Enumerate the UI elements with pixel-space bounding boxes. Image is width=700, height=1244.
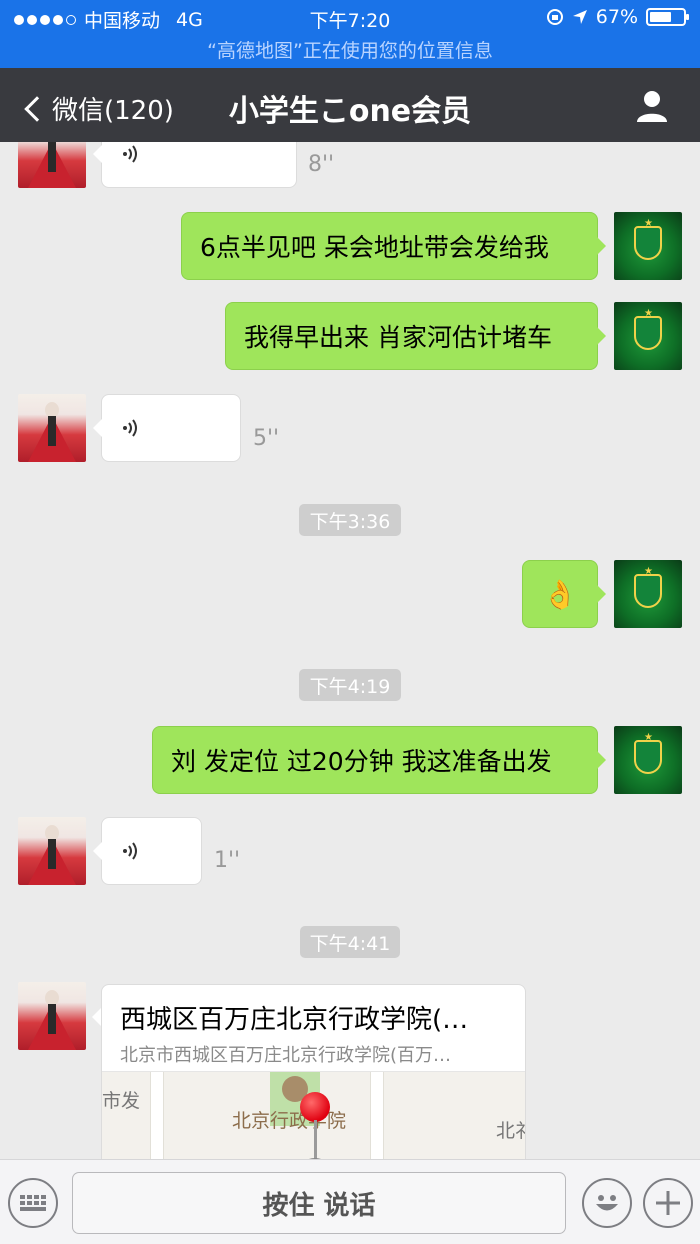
- message-text: 刘 发定位 过20分钟 我这准备出发: [171, 747, 552, 776]
- voice-duration: 5'': [253, 426, 280, 451]
- contact-avatar[interactable]: [18, 394, 86, 462]
- status-bar: 中国移动 4G 下午7:20 67% “高德地图”正在使用您的位置信息: [0, 0, 700, 68]
- my-avatar[interactable]: ★: [614, 302, 682, 370]
- location-title: 西城区百万庄北京行政学院(…: [120, 1005, 469, 1035]
- text-message-bubble[interactable]: 刘 发定位 过20分钟 我这准备出发: [152, 726, 606, 794]
- location-map-preview[interactable]: 市发 北京行政学院 北礻: [102, 1071, 525, 1159]
- text-message-bubble[interactable]: 6点半见吧 呆会地址带会发给我: [181, 212, 606, 280]
- chat-title: 小学生こone会员: [228, 94, 472, 129]
- voice-wave-icon: [123, 145, 137, 163]
- map-label: 北礻: [496, 1120, 525, 1142]
- contact-avatar[interactable]: [18, 817, 86, 885]
- my-avatar[interactable]: ★: [614, 212, 682, 280]
- voice-message-bubble[interactable]: [93, 394, 241, 462]
- my-avatar[interactable]: ★: [614, 560, 682, 628]
- emoji-icon: [596, 1195, 618, 1211]
- rotation-lock-icon: [546, 9, 563, 25]
- map-label: 市发: [102, 1090, 141, 1112]
- plus-icon: [656, 1191, 680, 1215]
- location-message-card[interactable]: 西城区百万庄北京行政学院(… 北京市西城区百万庄北京行政学院(百万… 市发 北京…: [101, 984, 526, 1159]
- user-icon[interactable]: [634, 88, 670, 124]
- chat-area[interactable]: 8'' 6点半见吧 呆会地址带会发给我 ★ 我得早出来 肖家河估计堵车 ★ 5'…: [0, 142, 700, 1159]
- timestamp-pill: 下午4:19: [299, 669, 401, 701]
- voice-message-bubble[interactable]: [93, 817, 202, 885]
- map-pin-stem: [314, 1120, 317, 1159]
- message-text: 我得早出来 肖家河估计堵车: [244, 323, 552, 352]
- message-text: 6点半见吧 呆会地址带会发给我: [200, 233, 549, 262]
- map-road: [370, 1072, 384, 1159]
- voice-duration: 8'': [308, 152, 335, 177]
- location-usage-banner[interactable]: “高德地图”正在使用您的位置信息: [0, 36, 700, 63]
- location-arrow-icon: [572, 10, 587, 24]
- contact-avatar[interactable]: [18, 142, 86, 188]
- voice-wave-icon: [123, 842, 137, 860]
- text-message-bubble[interactable]: 我得早出来 肖家河估计堵车: [225, 302, 606, 370]
- timestamp-pill: 下午4:41: [300, 926, 400, 958]
- location-address: 北京市西城区百万庄北京行政学院(百万…: [120, 1045, 452, 1066]
- voice-wave-icon: [123, 419, 137, 437]
- emoji-message-bubble[interactable]: 👌: [522, 560, 606, 628]
- battery-icon: [646, 8, 689, 26]
- timestamp-pill: 下午3:36: [299, 504, 401, 536]
- input-bar: 按住 说话: [0, 1159, 700, 1244]
- voice-duration: 1'': [214, 848, 241, 873]
- map-road: [150, 1072, 164, 1159]
- voice-message-bubble[interactable]: [93, 142, 297, 188]
- keyboard-icon: [20, 1195, 46, 1211]
- more-button[interactable]: [643, 1178, 693, 1228]
- hold-to-talk-button[interactable]: 按住 说话: [72, 1172, 566, 1234]
- map-pin-icon: [300, 1092, 330, 1122]
- ok-hand-emoji: 👌: [542, 577, 578, 611]
- battery-percent: 67%: [595, 6, 638, 28]
- contact-avatar[interactable]: [18, 982, 86, 1050]
- keyboard-toggle-button[interactable]: [8, 1178, 58, 1228]
- my-avatar[interactable]: ★: [614, 726, 682, 794]
- emoji-button[interactable]: [582, 1178, 632, 1228]
- nav-bar: 微信(120) 小学生こone会员: [0, 68, 700, 142]
- location-card-tail: [92, 1008, 101, 1026]
